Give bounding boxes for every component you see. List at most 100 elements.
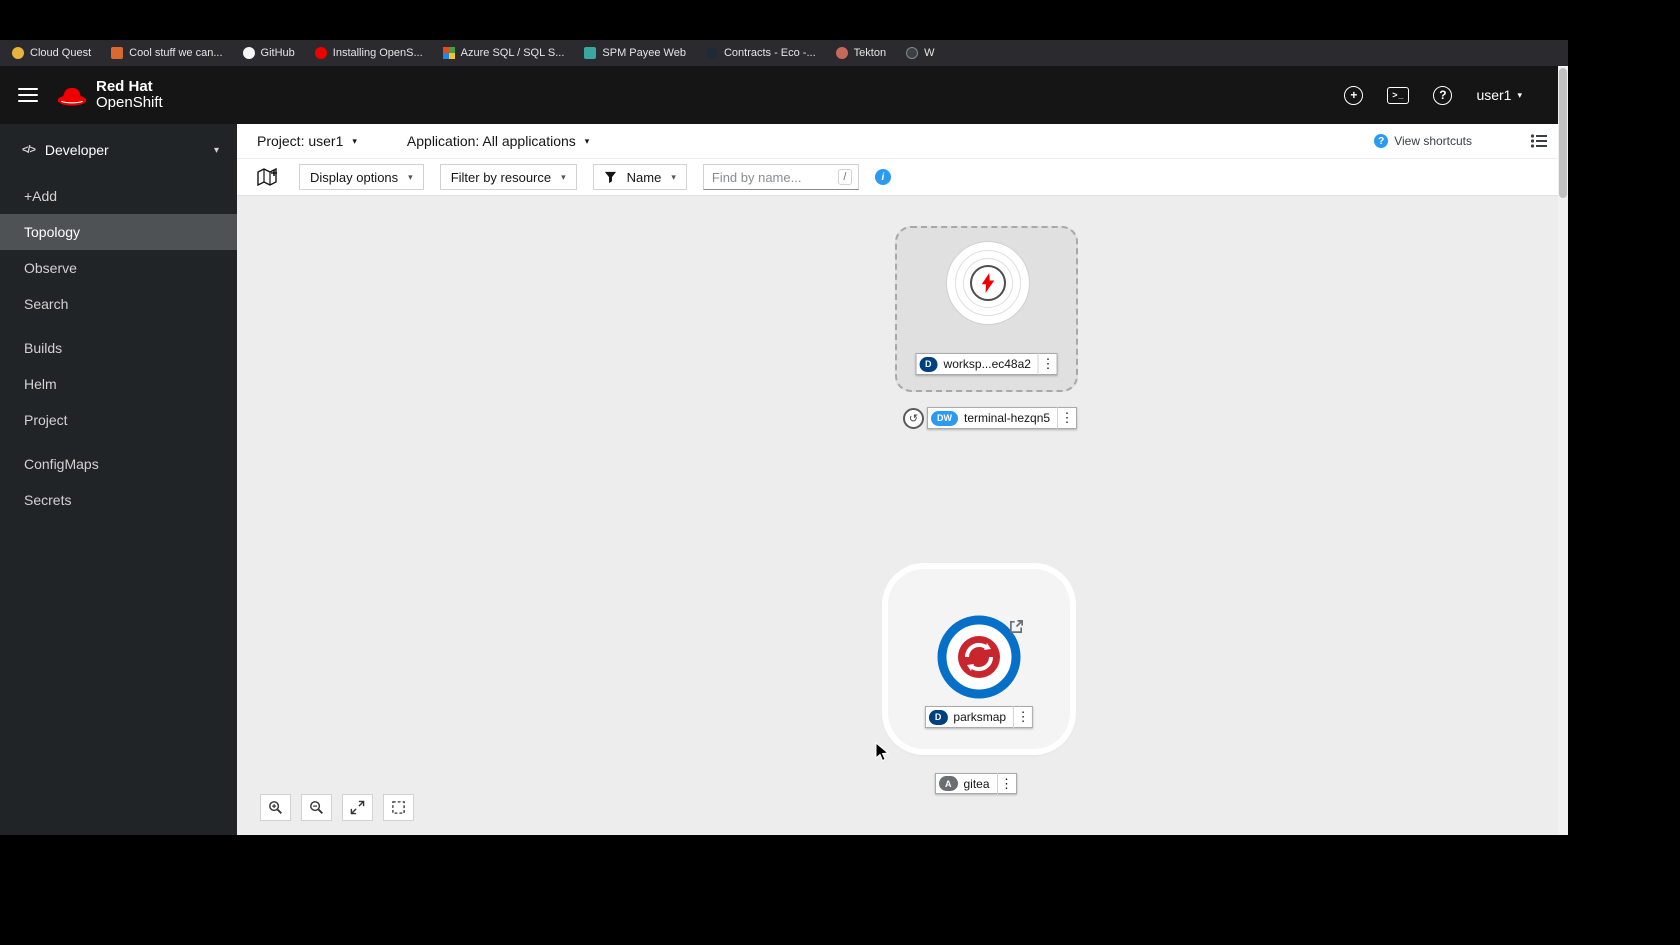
info-icon[interactable]: i	[874, 169, 891, 185]
workload-label-parksmap[interactable]: D parksmap ⋮	[924, 706, 1034, 728]
slash-shortcut-key: /	[837, 169, 852, 185]
find-by-name-input[interactable]	[711, 169, 830, 185]
nav-group-config: ConfigMaps Secrets	[0, 446, 237, 518]
filter-by-resource-dropdown[interactable]: Filter by resource ▾	[439, 164, 577, 190]
bookmark-tekton[interactable]: Tekton	[835, 47, 887, 59]
sidebar-item-observe[interactable]: Observe	[0, 250, 237, 286]
display-options-label: Display options	[310, 169, 399, 185]
topology-toolbar: Display options ▾ Filter by resource ▾ N…	[237, 159, 1568, 196]
kebab-menu-icon[interactable]: ⋮	[1057, 407, 1076, 429]
bookmark-w[interactable]: W	[906, 47, 934, 59]
browser-viewport: Cloud Quest Cool stuff we can... GitHub …	[0, 40, 1568, 835]
bookmark-installing-openshift[interactable]: Installing OpenS...	[314, 47, 423, 59]
scrollbar-thumb[interactable]	[1559, 68, 1567, 198]
chevron-down-icon: ▾	[1517, 89, 1522, 100]
bookmark-favicon	[835, 47, 848, 59]
help-icon[interactable]: ?	[1433, 85, 1453, 105]
bookmark-azure-sql[interactable]: Azure SQL / SQL S...	[442, 47, 565, 59]
redhat-openshift-logo[interactable]: Red Hat OpenShift	[56, 78, 163, 112]
bookmark-contracts[interactable]: Contracts - Eco -...	[705, 47, 816, 59]
user-menu[interactable]: user1 ▾	[1476, 87, 1522, 103]
deployment-badge: D	[928, 709, 948, 725]
name-filter-dropdown[interactable]: Name ▾	[592, 164, 687, 190]
workload-label-terminal[interactable]: DW terminal-hezqn5 ⋮	[927, 407, 1078, 429]
bookmark-spm-payee[interactable]: SPM Payee Web	[584, 47, 686, 59]
web-terminal-icon[interactable]: >_	[1387, 86, 1410, 104]
bookmark-label: SPM Payee Web	[602, 47, 686, 59]
hamburger-menu-icon[interactable]	[18, 88, 38, 102]
bookmark-label: W	[924, 47, 935, 59]
brand-text: Red Hat OpenShift	[96, 78, 163, 112]
devworkspace-icon	[946, 241, 1030, 325]
status-decorator-icon[interactable]: ↺	[903, 407, 924, 429]
sidebar-item-add[interactable]: +Add	[0, 178, 237, 214]
bookmark-label: Azure SQL / SQL S...	[460, 47, 565, 59]
topology-canvas[interactable]: D worksp...ec48a2 ⋮ ↺ DW terminal-hezqn5…	[237, 196, 1568, 835]
display-options-dropdown[interactable]: Display options ▾	[299, 164, 424, 190]
zoom-out-button[interactable]	[301, 794, 332, 821]
import-plus-icon[interactable]: +	[1344, 85, 1364, 105]
redhat-favicon	[314, 47, 327, 59]
brand-line-2: OpenShift	[96, 94, 163, 111]
sidebar-item-project[interactable]: Project	[0, 402, 237, 438]
kebab-menu-icon[interactable]: ⋮	[1013, 706, 1032, 728]
bookmarks-bar: Cloud Quest Cool stuff we can... GitHub …	[0, 40, 1568, 66]
github-icon	[242, 47, 255, 59]
sidebar-item-search[interactable]: Search	[0, 286, 237, 322]
sidebar-item-helm[interactable]: Helm	[0, 366, 237, 402]
chevron-down-icon: ▾	[671, 171, 676, 182]
bookmark-label: GitHub	[260, 47, 295, 59]
sidebar-item-configmaps[interactable]: ConfigMaps	[0, 446, 237, 482]
filter-funnel-icon	[604, 171, 616, 183]
fit-to-screen-button[interactable]	[342, 794, 373, 821]
bookmark-github[interactable]: GitHub	[242, 47, 295, 59]
sidebar-nav: </> Developer ▾ +Add Topology Observe Se…	[0, 124, 237, 835]
zoom-controls	[260, 794, 414, 821]
list-view-toggle-icon[interactable]	[1530, 133, 1548, 149]
project-selector-label: Project: user1	[257, 133, 344, 149]
view-shortcuts-link[interactable]: ? View shortcuts	[1374, 134, 1472, 148]
lightning-bolt-icon	[981, 273, 995, 293]
find-by-name-field: /	[702, 164, 859, 190]
bookmark-cloud-quest[interactable]: Cloud Quest	[12, 47, 91, 59]
workspace-node[interactable]: D worksp...ec48a2 ⋮	[895, 226, 1078, 392]
export-application-icon[interactable]	[257, 168, 279, 186]
terminal-node[interactable]: ↺ DW terminal-hezqn5 ⋮	[903, 407, 1078, 429]
bookmark-favicon	[584, 47, 597, 59]
bookmark-cool-stuff[interactable]: Cool stuff we can...	[111, 47, 223, 59]
fullscreen-button[interactable]	[383, 794, 414, 821]
kebab-menu-icon[interactable]: ⋮	[1037, 353, 1057, 375]
sidebar-item-builds[interactable]: Builds	[0, 330, 237, 366]
gitea-node[interactable]: A gitea ⋮	[935, 772, 1017, 795]
workload-name: parksmap	[953, 710, 1007, 724]
perspective-label: Developer	[44, 142, 109, 158]
name-filter-label: Name	[626, 169, 662, 185]
scrollbar[interactable]	[1558, 66, 1568, 835]
chevron-down-icon: ▾	[352, 135, 357, 146]
workload-name: terminal-hezqn5	[964, 411, 1051, 425]
kebab-menu-icon[interactable]: ⋮	[996, 772, 1016, 795]
bookmark-label: Contracts - Eco -...	[723, 47, 816, 59]
bookmark-label: Cloud Quest	[30, 47, 92, 59]
devworkspace-badge: DW	[931, 410, 958, 426]
zoom-in-button[interactable]	[260, 794, 291, 821]
deployment-badge: D	[919, 356, 938, 372]
bookmark-favicon	[705, 47, 718, 59]
context-bar: Project: user1 ▾ Application: All applic…	[237, 124, 1568, 159]
application-label-gitea[interactable]: A gitea ⋮	[935, 772, 1017, 795]
sidebar-item-secrets[interactable]: Secrets	[0, 482, 237, 518]
mouse-cursor	[875, 742, 890, 762]
perspective-switcher[interactable]: </> Developer ▾	[0, 124, 237, 172]
sidebar-item-topology[interactable]: Topology	[0, 214, 237, 250]
nav-group-main: +Add Topology Observe Search	[0, 178, 237, 322]
filter-by-resource-label: Filter by resource	[450, 169, 552, 185]
chevron-down-icon: ▾	[584, 135, 590, 146]
bookmark-label: Tekton	[853, 47, 887, 59]
workload-label-workspace[interactable]: D worksp...ec48a2 ⋮	[915, 353, 1058, 375]
application-selector[interactable]: Application: All applications ▾	[407, 133, 589, 149]
parksmap-node[interactable]: D parksmap ⋮	[888, 569, 1070, 749]
project-selector[interactable]: Project: user1 ▾	[257, 133, 357, 149]
developer-perspective-icon: </>	[22, 144, 36, 156]
application-selector-label: Application: All applications	[406, 133, 576, 149]
open-url-icon[interactable]	[1009, 619, 1024, 634]
